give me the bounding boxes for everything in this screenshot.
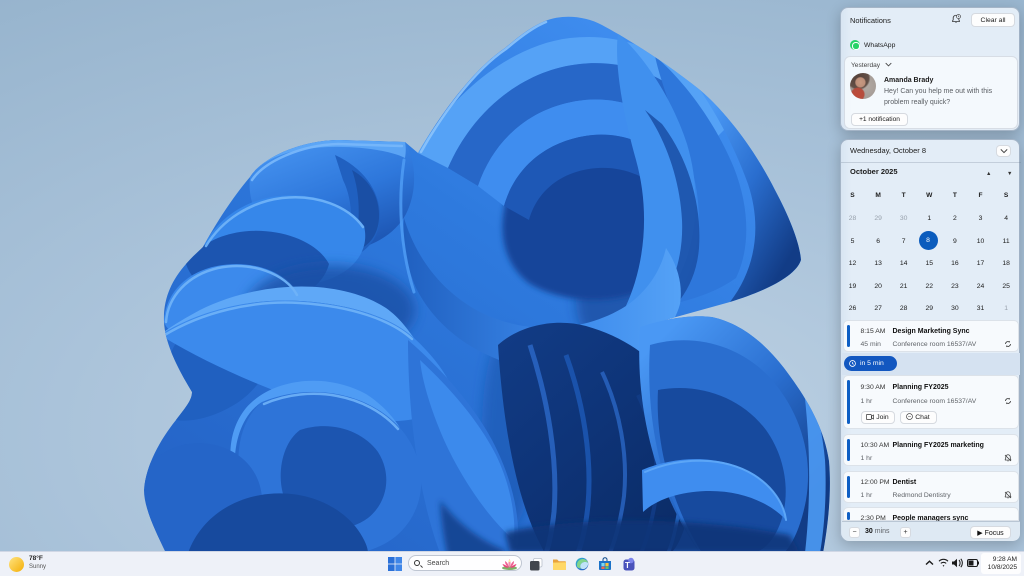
svg-text:T: T (625, 561, 630, 570)
